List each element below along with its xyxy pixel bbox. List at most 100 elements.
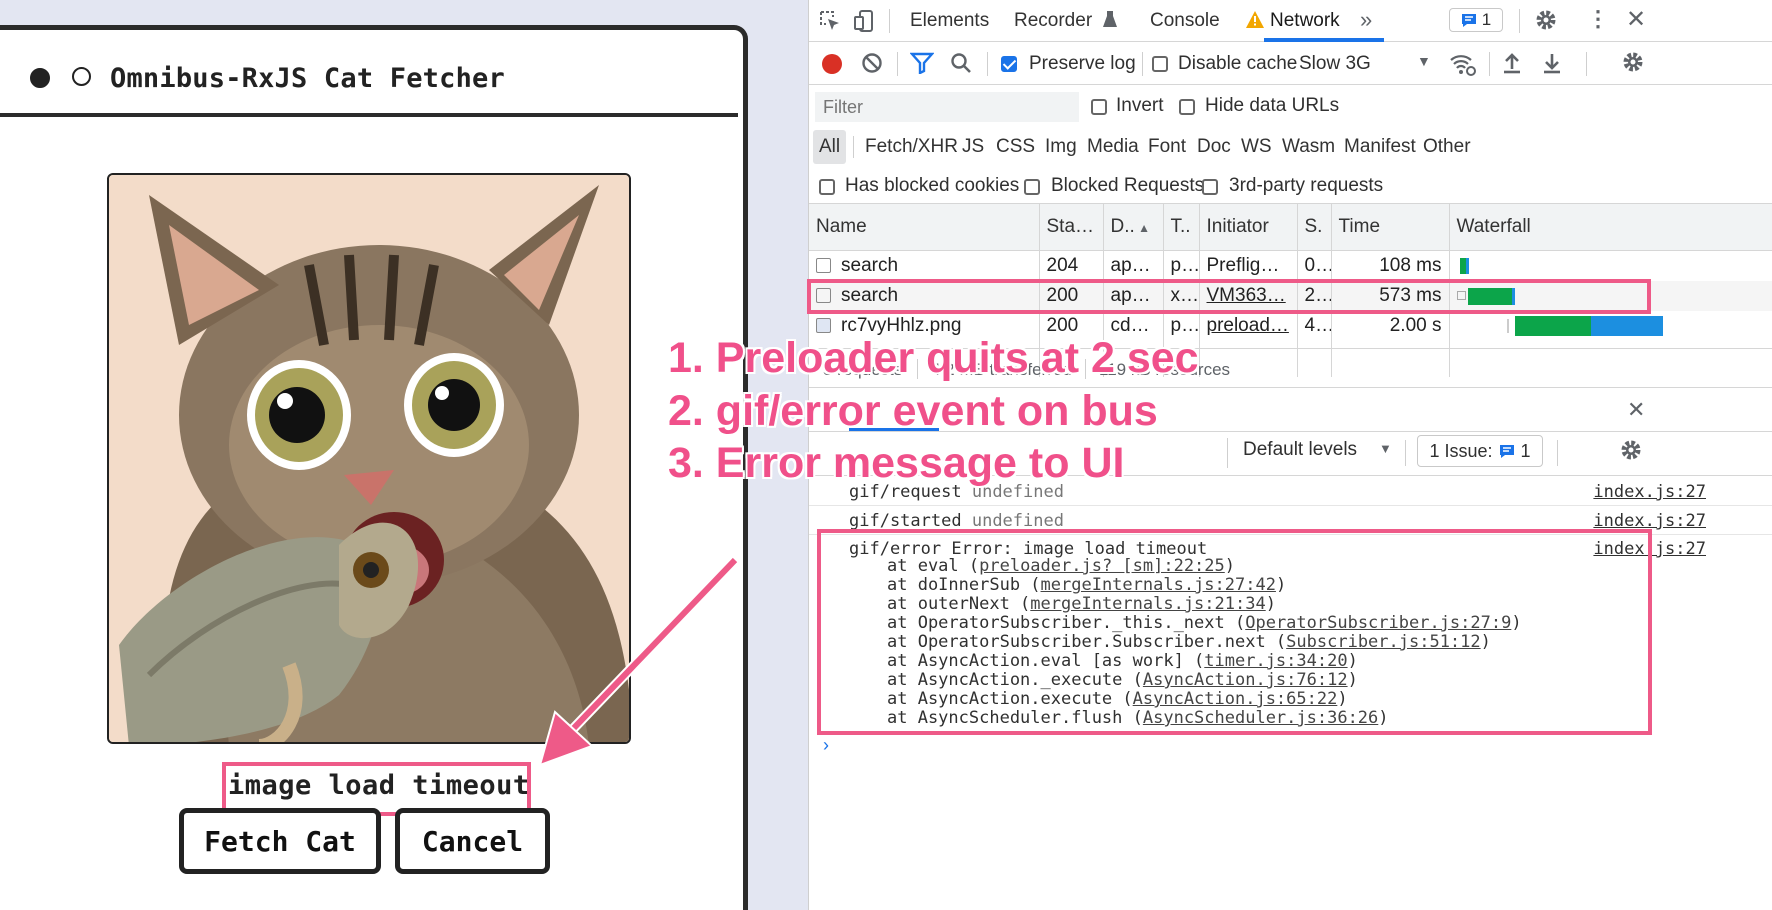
column-header-initiator[interactable]: Initiator bbox=[1199, 204, 1298, 251]
divider bbox=[853, 136, 854, 158]
request-size: 4… bbox=[1297, 310, 1332, 341]
default-levels-select[interactable]: Default levels bbox=[1243, 439, 1357, 461]
annotation-step-1: 1. Preloader quits at 2 sec bbox=[668, 334, 1199, 382]
disable-cache-checkbox[interactable] bbox=[1152, 54, 1168, 76]
inspect-element-icon[interactable] bbox=[817, 8, 843, 34]
column-header-time[interactable]: Time bbox=[1331, 204, 1450, 251]
preserve-log-checkbox[interactable] bbox=[1001, 54, 1017, 76]
hide-data-urls-checkbox[interactable] bbox=[1179, 97, 1195, 119]
request-waterfall bbox=[1449, 310, 1772, 341]
more-tabs-icon[interactable]: » bbox=[1360, 7, 1372, 33]
column-header-name[interactable]: Name bbox=[809, 204, 1040, 251]
blocked-requests-checkbox[interactable] bbox=[1024, 177, 1040, 199]
type-filter-fetch-xhr[interactable]: Fetch/XHR bbox=[865, 136, 958, 158]
preserve-log-label: Preserve log bbox=[1029, 53, 1136, 74]
blocked-requests-label: Blocked Requests bbox=[1051, 175, 1205, 196]
table-header-row: Name Status D.. ▲ T.. Initiator S. Time … bbox=[809, 204, 1772, 251]
table-row[interactable]: search 204 ap… p… Prefligh… 0… 108 ms bbox=[809, 250, 1772, 281]
console-source-link[interactable]: index.js:27 bbox=[1593, 511, 1706, 531]
filter-funnel-icon[interactable] bbox=[909, 52, 935, 80]
type-filter-css[interactable]: CSS bbox=[996, 136, 1035, 158]
issues-count: 1 bbox=[1481, 10, 1492, 29]
console-settings-gear-icon[interactable] bbox=[1619, 438, 1643, 468]
image-file-icon bbox=[816, 317, 831, 333]
request-domain: ap… bbox=[1103, 250, 1164, 281]
preload-row-highlight bbox=[807, 279, 1651, 314]
request-size: 0… bbox=[1297, 250, 1332, 281]
divider bbox=[1519, 9, 1520, 33]
clear-icon[interactable] bbox=[861, 52, 883, 80]
type-filter-img[interactable]: Img bbox=[1045, 136, 1077, 158]
type-filter-wasm[interactable]: Wasm bbox=[1282, 136, 1335, 158]
tab-console[interactable]: Console bbox=[1150, 10, 1220, 32]
sort-ascending-icon: ▲ bbox=[1134, 220, 1150, 235]
settings-gear-icon[interactable] bbox=[1534, 8, 1558, 38]
close-devtools-icon[interactable]: ✕ bbox=[1626, 5, 1646, 34]
waterfall-bar-download bbox=[1465, 257, 1469, 274]
network-toolbar: Preserve log Disable cache Slow 3G ▼ bbox=[809, 43, 1772, 85]
divider bbox=[1557, 440, 1558, 466]
divider bbox=[987, 52, 988, 76]
levels-dropdown-icon[interactable]: ▼ bbox=[1379, 441, 1392, 456]
request-name: rc7vyHhlz.png bbox=[841, 314, 962, 336]
type-filter-all[interactable]: All bbox=[813, 130, 847, 164]
invert-label: Invert bbox=[1116, 95, 1164, 116]
request-status: 204 bbox=[1039, 250, 1104, 281]
export-har-icon[interactable] bbox=[1542, 51, 1562, 81]
network-settings-gear-icon[interactable] bbox=[1621, 50, 1645, 80]
network-conditions-icon[interactable] bbox=[1449, 51, 1477, 83]
divider bbox=[897, 52, 898, 76]
request-waterfall bbox=[1449, 250, 1772, 281]
column-header-type[interactable]: T.. bbox=[1163, 204, 1200, 251]
divider bbox=[1586, 52, 1587, 76]
tab-network[interactable]: Network bbox=[1270, 10, 1340, 32]
column-header-domain[interactable]: D.. ▲ bbox=[1103, 204, 1164, 251]
invert-checkbox[interactable] bbox=[1091, 97, 1107, 119]
waterfall-bar-download bbox=[1590, 315, 1663, 336]
request-type: p… bbox=[1163, 250, 1200, 281]
close-drawer-icon[interactable]: ✕ bbox=[1627, 397, 1645, 423]
import-har-icon[interactable] bbox=[1502, 51, 1522, 81]
type-filter-js[interactable]: JS bbox=[962, 136, 984, 158]
throttle-dropdown-icon[interactable]: ▼ bbox=[1417, 53, 1431, 69]
request-file-icon bbox=[816, 257, 831, 273]
type-filter-doc[interactable]: Doc bbox=[1197, 136, 1231, 158]
console-prompt-icon[interactable]: › bbox=[823, 735, 829, 756]
column-header-domain-label: D.. bbox=[1110, 215, 1135, 237]
blocked-cookies-checkbox[interactable] bbox=[819, 177, 835, 199]
throttle-select[interactable]: Slow 3G bbox=[1299, 53, 1371, 75]
kebab-menu-icon[interactable]: ⋮ bbox=[1587, 6, 1609, 32]
request-initiator-link[interactable]: preload… bbox=[1199, 310, 1298, 341]
device-toolbar-icon[interactable] bbox=[851, 8, 877, 34]
column-header-waterfall[interactable]: Waterfall bbox=[1449, 204, 1772, 251]
type-filter-ws[interactable]: WS bbox=[1241, 136, 1272, 158]
column-header-status[interactable]: Status bbox=[1039, 204, 1104, 251]
waterfall-bar-queue bbox=[1506, 318, 1509, 333]
annotation-step-3: 3. Error message to UI bbox=[668, 439, 1125, 487]
disable-cache-label: Disable cache bbox=[1178, 53, 1298, 74]
issues-counter[interactable]: 1 bbox=[1449, 8, 1503, 32]
request-name: search bbox=[841, 254, 899, 276]
blocked-cookies-label: Has blocked cookies bbox=[845, 175, 1020, 196]
type-filter-font[interactable]: Font bbox=[1148, 136, 1186, 158]
divider bbox=[1489, 52, 1490, 76]
column-header-size[interactable]: S. bbox=[1297, 204, 1332, 251]
third-party-checkbox[interactable] bbox=[1202, 177, 1218, 199]
filter-input[interactable] bbox=[815, 92, 1079, 122]
console-source-link[interactable]: index.js:27 bbox=[1593, 482, 1706, 502]
search-icon[interactable] bbox=[950, 52, 972, 80]
type-filter-manifest[interactable]: Manifest bbox=[1344, 136, 1416, 158]
tab-recorder[interactable]: Recorder bbox=[1014, 10, 1092, 32]
screenshot-root: Omnibus-RxJS Cat Fetcher image load time… bbox=[0, 0, 1772, 910]
hide-data-urls-label: Hide data URLs bbox=[1205, 95, 1340, 116]
annotation-step-2: 2. gif/error event on bus bbox=[668, 387, 1158, 435]
divider bbox=[1405, 440, 1406, 466]
devtools-tab-bar: Elements Recorder Console Network » 1 ⋮ … bbox=[809, 0, 1772, 42]
tab-elements[interactable]: Elements bbox=[910, 10, 989, 32]
record-icon[interactable] bbox=[822, 54, 842, 74]
divider bbox=[889, 9, 890, 33]
type-filter-other[interactable]: Other bbox=[1423, 136, 1471, 158]
type-filter-media[interactable]: Media bbox=[1087, 136, 1139, 158]
console-issues-button[interactable]: 1 Issue: 1 bbox=[1417, 435, 1543, 467]
warning-icon bbox=[1246, 11, 1264, 34]
